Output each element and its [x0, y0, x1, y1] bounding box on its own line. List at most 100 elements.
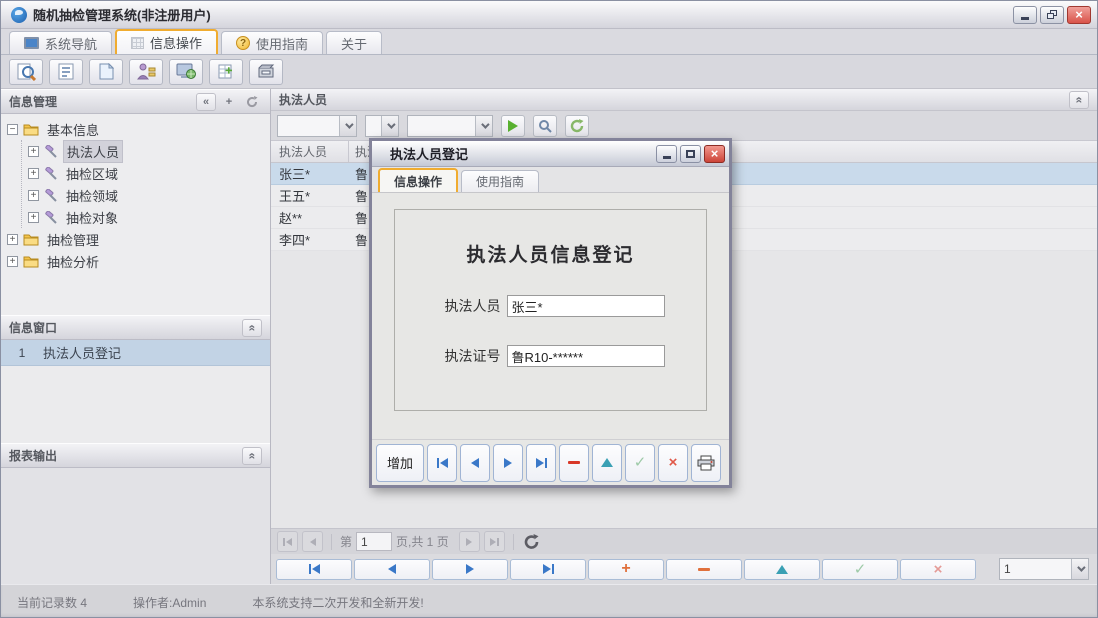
confirm-button[interactable]: ✓	[822, 558, 898, 580]
collapse-info-window-button[interactable]: «	[242, 318, 262, 337]
first-record-button[interactable]	[276, 558, 352, 580]
cancel-button[interactable]: ×	[900, 558, 976, 580]
dialog-edit-button[interactable]	[592, 443, 622, 482]
info-window-title: 信息窗口	[9, 321, 58, 335]
tree-label[interactable]: 执法人员	[63, 139, 124, 163]
monitor-view-button[interactable]	[169, 58, 203, 85]
search-button[interactable]	[533, 114, 557, 137]
tree-label[interactable]: 抽检对象	[63, 207, 121, 228]
dialog-first-record-button[interactable]	[427, 443, 457, 482]
dialog-title-bar[interactable]: 执法人员登记 ×	[372, 141, 729, 167]
expand-node-icon[interactable]: +	[28, 189, 39, 201]
dialog-tab-user-guide[interactable]: 使用指南	[461, 170, 540, 192]
dialog-add-button[interactable]: 增加	[376, 443, 424, 482]
prev-page-button[interactable]	[302, 531, 323, 552]
dropdown-button[interactable]	[1071, 559, 1088, 579]
next-record-button[interactable]	[432, 558, 508, 580]
tab-user-guide[interactable]: ? 使用指南	[221, 31, 324, 54]
record-count-label: 当前记录数 4	[17, 595, 88, 610]
first-page-button[interactable]	[277, 531, 298, 552]
restore-button[interactable]	[1040, 5, 1064, 24]
output-button[interactable]	[249, 58, 283, 85]
expand-node-icon[interactable]: +	[7, 233, 18, 245]
minus-icon	[698, 567, 710, 571]
run-filter-button[interactable]	[501, 114, 525, 137]
dialog-tab-info-operation[interactable]: 信息操作	[378, 168, 459, 192]
enforcer-name-input[interactable]	[506, 295, 665, 317]
last-page-button[interactable]	[483, 531, 505, 552]
dropdown-button[interactable]	[339, 115, 356, 136]
filter-bar	[271, 111, 1097, 141]
tab-info-operation[interactable]: 信息操作	[115, 29, 219, 54]
tree-item-sampling-target[interactable]: + 抽检对象	[28, 206, 270, 228]
dialog-prev-record-button[interactable]	[460, 443, 490, 482]
tree-item-sampling-field[interactable]: + 抽检领域	[28, 184, 270, 206]
tab-system-nav[interactable]: 系统导航	[9, 31, 113, 54]
enforcer-name-label: 执法人员	[444, 298, 501, 314]
tree-label[interactable]: 基本信息	[44, 119, 102, 140]
collapse-node-icon[interactable]: −	[7, 123, 18, 135]
refresh-tree-button[interactable]	[242, 93, 262, 111]
document-button[interactable]	[89, 58, 123, 85]
info-window-item[interactable]: 1 执法人员登记	[1, 340, 270, 366]
refresh-grid-button[interactable]	[565, 114, 589, 137]
tree-item-basic-info[interactable]: − 基本信息	[7, 118, 270, 140]
dialog-last-record-button[interactable]	[526, 443, 556, 482]
form-row-name: 执法人员	[395, 295, 706, 317]
collapse-panel-button[interactable]: «	[196, 92, 216, 111]
chevron-down-icon	[345, 119, 354, 129]
close-button[interactable]: ×	[1067, 5, 1091, 24]
expand-node-icon[interactable]: +	[28, 145, 39, 157]
reload-button[interactable]	[524, 534, 539, 549]
delete-record-button[interactable]	[666, 558, 742, 580]
collapse-content-button[interactable]: «	[1069, 90, 1089, 109]
add-record-button[interactable]: +	[588, 558, 664, 580]
filter-op-select[interactable]	[365, 114, 399, 137]
tree-label[interactable]: 抽检管理	[44, 229, 102, 250]
tree-label[interactable]: 抽检区域	[63, 163, 121, 184]
filter-value-select[interactable]	[407, 114, 493, 137]
page-size-select[interactable]: 1	[999, 558, 1089, 580]
next-page-button[interactable]	[458, 531, 480, 552]
personnel-info-button[interactable]	[129, 58, 163, 85]
first-page-icon	[286, 537, 292, 546]
dialog-next-record-button[interactable]	[493, 443, 523, 482]
tree-label[interactable]: 抽检分析	[44, 251, 102, 272]
expand-node-icon[interactable]: +	[28, 211, 39, 223]
tree-item-sampling-region[interactable]: + 抽检区域	[28, 162, 270, 184]
data-add-button[interactable]	[209, 58, 243, 85]
main-toolbar	[1, 55, 1097, 89]
dialog-close-button[interactable]: ×	[704, 144, 725, 163]
dialog-cancel-button[interactable]: ×	[658, 443, 688, 482]
page-number-input[interactable]	[356, 532, 393, 551]
dropdown-button[interactable]	[381, 115, 398, 136]
add-node-button[interactable]: +	[219, 93, 239, 111]
dialog-confirm-button[interactable]: ✓	[625, 443, 655, 482]
tree-label[interactable]: 抽检领域	[63, 185, 121, 206]
tree-item-enforcers[interactable]: + 执法人员	[28, 139, 270, 163]
tab-about[interactable]: 关于	[326, 31, 383, 54]
tree-item-sampling-analysis[interactable]: + 抽检分析	[7, 250, 270, 272]
tab-label: 关于	[341, 36, 368, 52]
minimize-button[interactable]	[1013, 5, 1037, 24]
filter-field-select[interactable]	[277, 114, 357, 137]
prev-record-button[interactable]	[354, 558, 430, 580]
last-record-button[interactable]	[510, 558, 586, 580]
expand-node-icon[interactable]: +	[7, 255, 18, 267]
expand-node-icon[interactable]: +	[28, 167, 39, 179]
dialog-maximize-button[interactable]	[680, 144, 701, 163]
report-list-button[interactable]	[49, 58, 83, 85]
collapse-report-output-button[interactable]: «	[242, 446, 262, 465]
cert-number-input[interactable]	[506, 345, 665, 367]
app-logo-icon	[11, 6, 27, 23]
edit-record-button[interactable]	[744, 558, 820, 580]
next-record-icon	[504, 457, 512, 468]
form-row-cert: 执法证号	[395, 345, 706, 367]
preview-search-button[interactable]	[9, 58, 43, 85]
dialog-minimize-button[interactable]	[656, 144, 677, 163]
dialog-delete-button[interactable]	[559, 443, 589, 482]
dropdown-button[interactable]	[475, 115, 492, 136]
dialog-print-button[interactable]	[691, 443, 721, 482]
grid-col-name[interactable]: 执法人员	[271, 141, 349, 162]
tree-item-sampling-mgmt[interactable]: + 抽检管理	[7, 228, 270, 250]
